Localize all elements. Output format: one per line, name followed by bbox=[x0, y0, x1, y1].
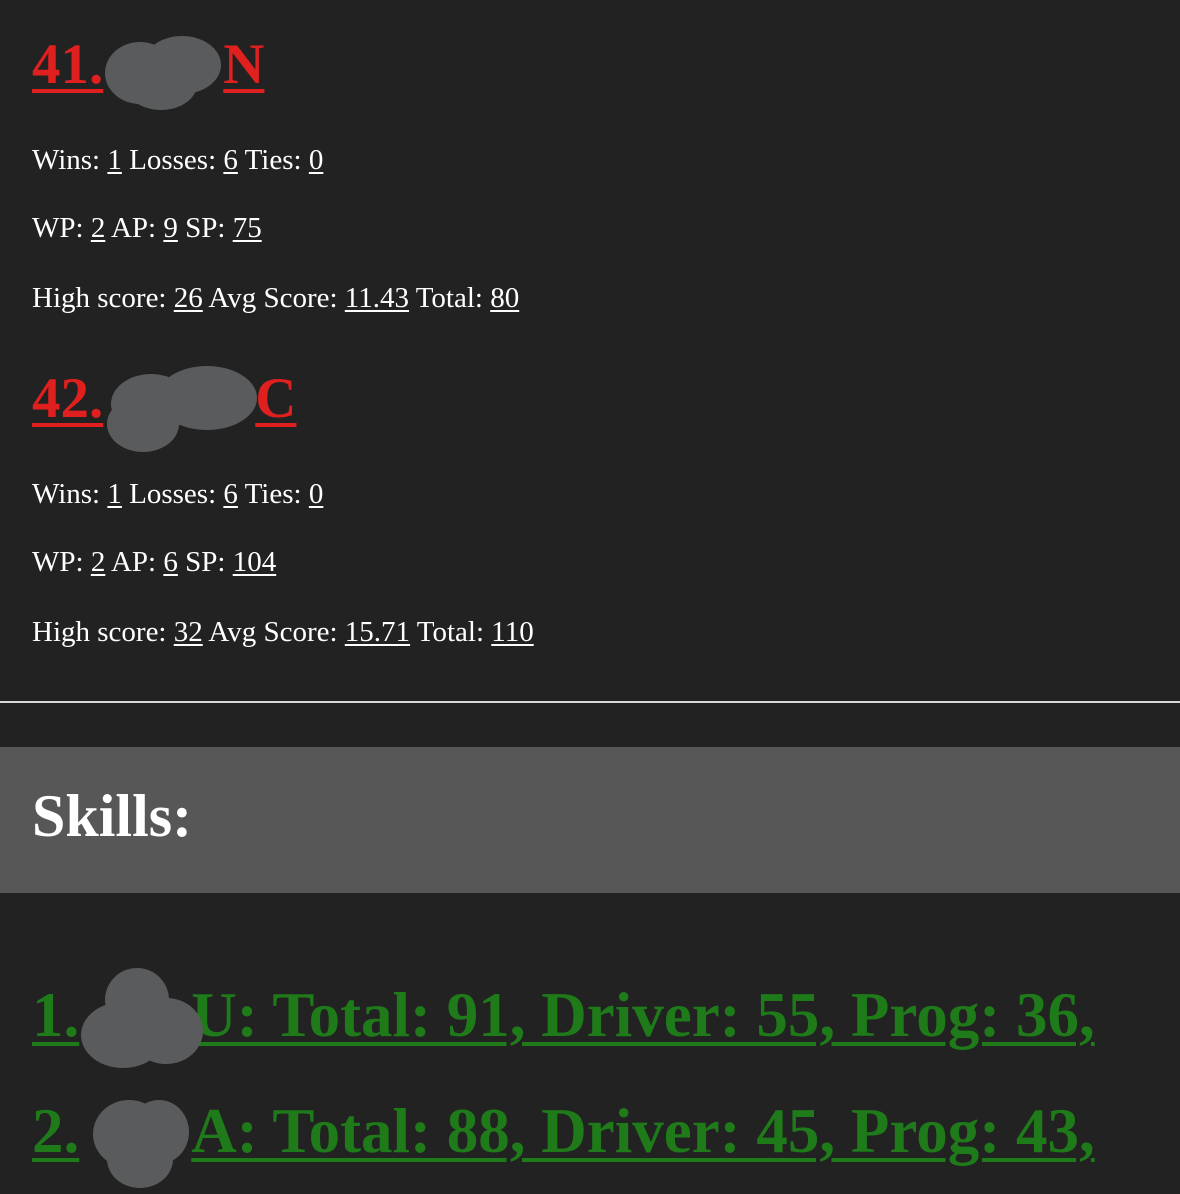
losses-value[interactable]: 6 bbox=[223, 478, 238, 510]
team-name-suffix: N bbox=[223, 33, 265, 96]
ap-value[interactable]: 6 bbox=[163, 546, 178, 578]
team-41-record: Wins: 1 Losses: 6 Ties: 0 bbox=[32, 146, 323, 175]
losses-label: Losses: bbox=[129, 478, 217, 510]
total-label: Total: bbox=[415, 282, 483, 314]
wp-label: WP: bbox=[32, 546, 84, 578]
redacted-team-name bbox=[79, 1099, 191, 1188]
losses-label: Losses: bbox=[129, 144, 217, 176]
team-42-scores: High score: 32 Avg Score: 15.71 Total: 1… bbox=[32, 618, 534, 647]
ties-value[interactable]: 0 bbox=[309, 144, 324, 176]
total-value[interactable]: 110 bbox=[491, 616, 533, 648]
skill-entry-text: A: Total: 88, Driver: 45, Prog: 43, bbox=[191, 1096, 1095, 1166]
ap-label: AP: bbox=[110, 546, 157, 578]
avg-score-value[interactable]: 15.71 bbox=[345, 616, 410, 648]
total-value[interactable]: 80 bbox=[490, 282, 519, 314]
sp-value[interactable]: 75 bbox=[233, 212, 262, 244]
rankings-page: 41. N Wins: 1 Losses: 6 Ties: 0 WP: 2 AP… bbox=[0, 0, 1180, 1194]
avg-score-value[interactable]: 11.43 bbox=[345, 282, 409, 314]
skill-entry-1[interactable]: 1. U: Total: 91, Driver: 55, Prog: 36, bbox=[32, 967, 1095, 1068]
wp-value[interactable]: 2 bbox=[91, 546, 106, 578]
sp-value[interactable]: 104 bbox=[233, 546, 277, 578]
high-score-label: High score: bbox=[32, 616, 167, 648]
high-score-value[interactable]: 32 bbox=[174, 616, 203, 648]
wins-value[interactable]: 1 bbox=[107, 144, 122, 176]
team-rank: 42. bbox=[32, 367, 104, 430]
skill-entry-2[interactable]: 2. A: Total: 88, Driver: 45, Prog: 43, bbox=[32, 1099, 1095, 1188]
team-name-suffix: C bbox=[255, 367, 297, 430]
team-41-points: WP: 2 AP: 9 SP: 75 bbox=[32, 214, 262, 243]
ties-value[interactable]: 0 bbox=[309, 478, 324, 510]
team-41-title-row: 41. N bbox=[32, 33, 265, 110]
ap-value[interactable]: 9 bbox=[163, 212, 178, 244]
wins-label: Wins: bbox=[32, 144, 101, 176]
avg-score-label: Avg Score: bbox=[208, 282, 338, 314]
redacted-team-name bbox=[103, 35, 223, 110]
wins-label: Wins: bbox=[32, 478, 101, 510]
team-42-points: WP: 2 AP: 6 SP: 104 bbox=[32, 548, 276, 577]
wp-value[interactable]: 2 bbox=[91, 212, 106, 244]
high-score-label: High score: bbox=[32, 282, 167, 314]
wp-label: WP: bbox=[32, 212, 84, 244]
avg-score-label: Avg Score: bbox=[208, 616, 338, 648]
section-divider bbox=[0, 701, 1180, 703]
ties-label: Ties: bbox=[244, 144, 302, 176]
sp-label: SP: bbox=[185, 546, 226, 578]
redacted-team-name bbox=[103, 365, 258, 452]
skill-entry-text: U: Total: 91, Driver: 55, Prog: 36, bbox=[191, 980, 1095, 1050]
team-42-link[interactable]: 42. C bbox=[32, 365, 297, 452]
wins-value[interactable]: 1 bbox=[107, 478, 122, 510]
team-41-link[interactable]: 41. N bbox=[32, 33, 265, 110]
team-rank: 41. bbox=[32, 33, 104, 96]
team-42-title-row: 42. C bbox=[32, 365, 297, 452]
losses-value[interactable]: 6 bbox=[223, 144, 238, 176]
team-42-record: Wins: 1 Losses: 6 Ties: 0 bbox=[32, 480, 323, 509]
sp-label: SP: bbox=[185, 212, 226, 244]
ap-label: AP: bbox=[110, 212, 157, 244]
redacted-team-name bbox=[79, 967, 204, 1068]
skill-rank: 2. bbox=[32, 1096, 80, 1166]
skills-heading: Skills: bbox=[32, 783, 193, 849]
high-score-value[interactable]: 26 bbox=[174, 282, 203, 314]
total-label: Total: bbox=[416, 616, 485, 648]
team-41-scores: High score: 26 Avg Score: 11.43 Total: 8… bbox=[32, 284, 519, 313]
ties-label: Ties: bbox=[244, 478, 302, 510]
skill-rank: 1. bbox=[32, 980, 80, 1050]
